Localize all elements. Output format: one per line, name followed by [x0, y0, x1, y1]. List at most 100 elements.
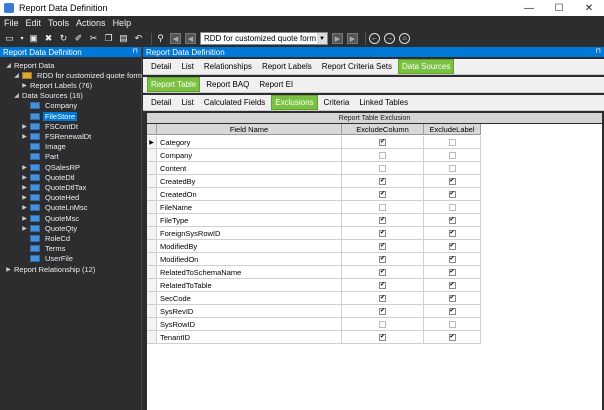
tree-node[interactable]: ▶ QuoteMsc [21, 213, 81, 223]
row-selector[interactable] [147, 175, 157, 187]
row-selector[interactable]: ▶ [147, 136, 157, 148]
back-icon[interactable]: ← [369, 33, 380, 44]
exclude-label-checkbox[interactable] [448, 138, 456, 146]
tree-expander-icon[interactable]: ▶ [21, 174, 28, 181]
datasource-tab[interactable]: Report Table [147, 77, 201, 92]
tree-node[interactable]: RoleCd [21, 233, 72, 243]
tree-node[interactable]: ▶ QuoteDtlTax [21, 182, 88, 192]
table-row[interactable]: RelatedToTable ✔ ✔ [147, 279, 481, 292]
exclude-column-checkbox[interactable]: ✔ [379, 216, 386, 224]
row-selector[interactable] [147, 279, 157, 291]
new-icon[interactable]: ▭ [4, 33, 15, 44]
row-selector[interactable] [147, 266, 157, 278]
prev-record-icon[interactable]: ◀ [185, 33, 196, 44]
tree-expander-icon[interactable]: ▶ [21, 225, 28, 232]
primary-tab[interactable]: Data Sources [398, 59, 455, 74]
tree-expander-icon[interactable]: ▶ [21, 194, 28, 201]
tree-node[interactable]: FileStore [21, 111, 78, 121]
tree-expander-icon[interactable]: ▶ [21, 164, 28, 171]
table-row[interactable]: SysRowID [147, 318, 481, 331]
exclude-label-checkbox[interactable]: ✔ [448, 281, 456, 289]
undo-icon[interactable]: ↶ [133, 33, 144, 44]
table-row[interactable]: SysRevID ✔ ✔ [147, 305, 481, 318]
exclude-column-checkbox[interactable]: ✔ [379, 138, 386, 146]
first-record-icon[interactable]: ◀ [170, 33, 181, 44]
primary-tab[interactable]: List [177, 59, 197, 74]
tree-node[interactable]: Image [21, 142, 68, 152]
row-selector[interactable] [147, 318, 157, 330]
tree-node[interactable]: ▶ QuoteQty [21, 223, 79, 233]
new-dropdown-icon[interactable]: ▾ [19, 33, 25, 44]
exclude-column-checkbox[interactable]: ✔ [379, 242, 386, 250]
row-selector[interactable] [147, 201, 157, 213]
delete-icon[interactable]: ✖ [43, 33, 54, 44]
table-row[interactable]: Company [147, 149, 481, 162]
exclude-label-checkbox[interactable]: ✔ [448, 229, 456, 237]
table-row[interactable]: ForeignSysRowID ✔ ✔ [147, 227, 481, 240]
reporttable-tab[interactable]: Detail [147, 95, 175, 110]
row-selector[interactable] [147, 331, 157, 343]
tree-node[interactable]: ▶ Report Labels (76) [21, 80, 94, 90]
exclude-label-checkbox[interactable] [448, 151, 456, 159]
record-combo[interactable]: RDD for customized quote form ▼ [200, 32, 328, 45]
exclude-column-checkbox[interactable]: ✔ [379, 177, 386, 185]
maximize-button[interactable]: ☐ [544, 0, 574, 16]
table-row[interactable]: FileName [147, 201, 481, 214]
forward-icon[interactable]: → [384, 33, 395, 44]
cut-icon[interactable]: ✂ [88, 33, 99, 44]
tree-node[interactable]: ▶ QuoteLnMsc [21, 203, 90, 213]
copy-icon[interactable]: ❐ [103, 33, 114, 44]
datasource-tab[interactable]: Report BAQ [202, 77, 253, 92]
exclude-label-checkbox[interactable]: ✔ [448, 242, 456, 250]
exclude-label-checkbox[interactable]: ✔ [448, 190, 456, 198]
tree-node[interactable]: ▶ FSRenewalDt [21, 131, 93, 141]
table-row[interactable]: RelatedToSchemaName ✔ ✔ [147, 266, 481, 279]
tree-expander-icon[interactable]: ▶ [21, 133, 28, 140]
reporttable-tab[interactable]: Exclusions [271, 95, 318, 110]
reporttable-tab[interactable]: List [177, 95, 197, 110]
row-selector[interactable] [147, 253, 157, 265]
exclude-column-checkbox[interactable]: ✔ [379, 190, 386, 198]
exclude-label-checkbox[interactable]: ✔ [448, 333, 456, 341]
row-selector[interactable] [147, 149, 157, 161]
exclude-label-checkbox[interactable]: ✔ [448, 268, 456, 276]
menu-tools[interactable]: Tools [48, 18, 69, 28]
tree-node[interactable]: Terms [21, 244, 67, 254]
table-row[interactable]: Content [147, 162, 481, 175]
chevron-down-icon[interactable]: ▼ [317, 33, 327, 44]
exclude-label-checkbox[interactable] [448, 164, 456, 172]
tree-node[interactable]: ▶ QuoteHed [21, 193, 81, 203]
clear-icon[interactable]: ✐ [73, 33, 84, 44]
tree-node[interactable]: ◢ RDD for customized quote form [13, 70, 144, 80]
tree-node[interactable]: ▶ FSContDt [21, 121, 80, 131]
table-row[interactable]: CreatedOn ✔ ✔ [147, 188, 481, 201]
refresh-icon[interactable]: ↻ [58, 33, 69, 44]
last-record-icon[interactable]: ▶ [347, 33, 358, 44]
exclude-label-checkbox[interactable]: ✔ [448, 255, 456, 263]
table-row[interactable]: TenantID ✔ ✔ [147, 331, 481, 344]
primary-tab[interactable]: Report Criteria Sets [318, 59, 396, 74]
tree-node[interactable]: Company [21, 101, 79, 111]
tree-node[interactable]: ▶ QSalesRP [21, 162, 82, 172]
row-selector[interactable] [147, 188, 157, 200]
tree-expander-icon[interactable]: ▶ [21, 204, 28, 211]
reporttable-tab[interactable]: Calculated Fields [200, 95, 269, 110]
tree-node[interactable]: ◢ Data Sources (16) [13, 91, 85, 101]
exclude-column-checkbox[interactable] [379, 151, 386, 159]
exclude-column-checkbox[interactable]: ✔ [379, 333, 386, 341]
row-selector[interactable] [147, 227, 157, 239]
exclude-label-checkbox[interactable]: ✔ [448, 177, 456, 185]
tree-expander-icon[interactable]: ▶ [5, 266, 12, 273]
column-header-field-name[interactable]: Field Name [157, 124, 342, 134]
menu-actions[interactable]: Actions [76, 18, 106, 28]
exclude-label-checkbox[interactable]: ✔ [448, 307, 456, 315]
pin-icon[interactable]: ⊓ [133, 47, 138, 55]
primary-tab[interactable]: Detail [147, 59, 175, 74]
next-record-icon[interactable]: ▶ [332, 33, 343, 44]
primary-tab[interactable]: Report Labels [258, 59, 316, 74]
datasource-tab[interactable]: Report EI [255, 77, 297, 92]
tree-expander-icon[interactable]: ◢ [13, 92, 20, 99]
exclude-label-checkbox[interactable]: ✔ [448, 216, 456, 224]
exclude-column-checkbox[interactable]: ✔ [379, 229, 386, 237]
reporttable-tab[interactable]: Criteria [320, 95, 354, 110]
